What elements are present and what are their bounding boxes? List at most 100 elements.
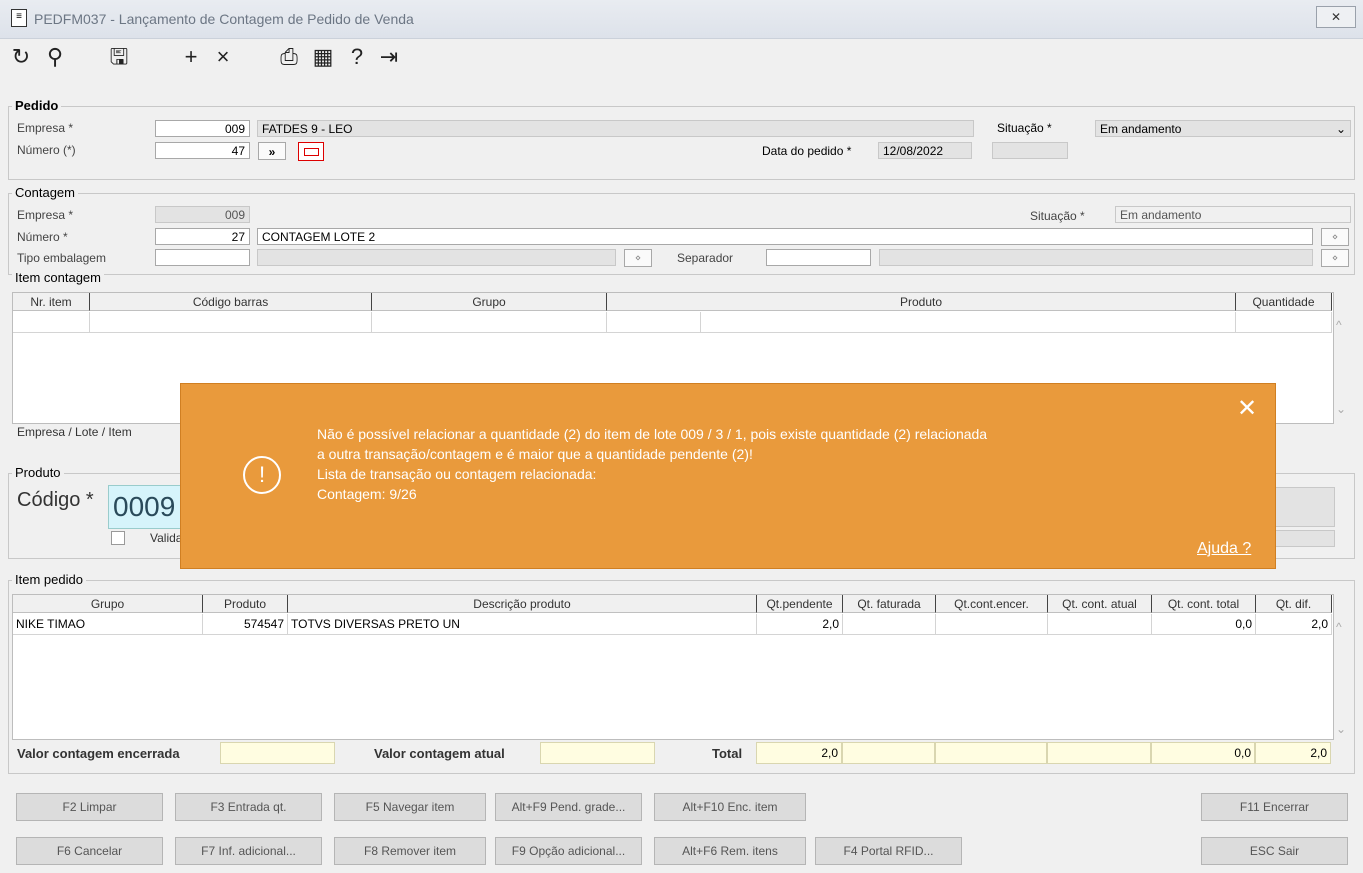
col-qt-cont-atual[interactable]: Qt. cont. atual <box>1048 595 1152 613</box>
pedido-situacao-label: Situação * <box>997 121 1052 135</box>
pedido-situacao-select[interactable]: Em andamento ⌄ <box>1095 120 1351 137</box>
table-cell-produto[interactable]: 574547 <box>203 614 288 635</box>
scroll-up-icon[interactable]: ^ <box>1336 318 1342 332</box>
pedido-numero-label: Número (*) <box>17 143 76 157</box>
total-label: Total <box>712 746 743 761</box>
toast-line: Lista de transação ou contagem relaciona… <box>317 466 597 482</box>
contagem-empresa-field: 009 <box>155 206 250 223</box>
calendar-picker-icon[interactable] <box>298 142 324 161</box>
col-descricao[interactable]: Descrição produto <box>288 595 757 613</box>
item-pedido-grid[interactable]: Grupo Produto Descrição produto Qt.pende… <box>12 594 1334 740</box>
chevron-down-icon: ⌄ <box>1335 122 1346 136</box>
total-qt-cont-atual <box>1047 742 1151 764</box>
produto-codigo-field[interactable]: 0009 <box>108 485 188 529</box>
f4-portal-rfid-button[interactable]: F4 Portal RFID... <box>815 837 962 865</box>
delete-icon[interactable]: × <box>210 44 236 70</box>
altf9-pend-grade-button[interactable]: Alt+F9 Pend. grade... <box>495 793 642 821</box>
table-cell-qt-dif[interactable]: 2,0 <box>1256 614 1332 635</box>
contagem-legend: Contagem <box>12 185 78 200</box>
error-toast: ! ✕ Não é possível relacionar a quantida… <box>180 383 1276 569</box>
grid-cell[interactable] <box>372 312 607 333</box>
window-icon: ≡ <box>11 9 27 27</box>
table-cell-qt-pendente[interactable]: 2,0 <box>757 614 843 635</box>
pedido-empresa-desc: FATDES 9 - LEO <box>257 120 974 137</box>
total-qt-cont-encer <box>935 742 1047 764</box>
f3-entrada-button[interactable]: F3 Entrada qt. <box>175 793 322 821</box>
contagem-situacao-field: Em andamento <box>1115 206 1351 223</box>
scroll-up-icon[interactable]: ^ <box>1336 620 1342 634</box>
col-qt-dif[interactable]: Qt. dif. <box>1256 595 1332 613</box>
col-qt-cont-total[interactable]: Qt. cont. total <box>1152 595 1256 613</box>
altf10-enc-item-button[interactable]: Alt+F10 Enc. item <box>654 793 806 821</box>
save-icon[interactable]: 🖫 <box>106 44 132 70</box>
calendar-icon[interactable]: ▦ <box>310 44 336 70</box>
table-cell-qt-faturada[interactable] <box>843 614 936 635</box>
contagem-numero-field[interactable]: 27 <box>155 228 250 245</box>
altf6-rem-itens-button[interactable]: Alt+F6 Rem. itens <box>654 837 806 865</box>
pedido-numero-field[interactable]: 47 <box>155 142 250 159</box>
pedido-data-label: Data do pedido * <box>762 144 852 158</box>
add-icon[interactable]: + <box>178 44 204 70</box>
contagem-lookup-button[interactable]: ⋄ <box>1321 228 1349 246</box>
grid-cell[interactable] <box>701 312 1236 333</box>
contagem-numero-desc: CONTAGEM LOTE 2 <box>257 228 1313 245</box>
col-nr-item[interactable]: Nr. item <box>13 293 90 311</box>
table-cell-grupo[interactable]: NIKE TIMAO <box>13 614 203 635</box>
f8-remover-button[interactable]: F8 Remover item <box>334 837 486 865</box>
col-produto[interactable]: Produto <box>607 293 1236 311</box>
col-qt-cont-encer[interactable]: Qt.cont.encer. <box>936 595 1048 613</box>
pedido-data-field: 12/08/2022 <box>878 142 972 159</box>
col-codigo-barras[interactable]: Código barras <box>90 293 372 311</box>
grid-cell[interactable] <box>13 312 90 333</box>
col-qt-pendente[interactable]: Qt.pendente <box>757 595 843 613</box>
total-qt-pendente: 2,0 <box>756 742 842 764</box>
toast-line: a outra transação/contagem e é maior que… <box>317 446 753 462</box>
grid-cell[interactable] <box>607 312 701 333</box>
valida-checkbox[interactable] <box>111 531 125 545</box>
help-link[interactable]: Ajuda ? <box>1197 540 1251 558</box>
col-quantidade[interactable]: Quantidade <box>1236 293 1332 311</box>
table-cell-descricao[interactable]: TOTVS DIVERSAS PRETO UN <box>288 614 757 635</box>
table-cell-qt-cont-total[interactable]: 0,0 <box>1152 614 1256 635</box>
f5-navegar-button[interactable]: F5 Navegar item <box>334 793 486 821</box>
pedido-empresa-field[interactable]: 009 <box>155 120 250 137</box>
col-grupo[interactable]: Grupo <box>372 293 607 311</box>
table-cell-qt-cont-encer[interactable] <box>936 614 1048 635</box>
exit-icon[interactable]: ⇥ <box>376 44 402 70</box>
produto-codigo-label: Código * <box>17 489 94 511</box>
separador-field[interactable] <box>766 249 871 266</box>
close-icon: ✕ <box>1330 10 1342 24</box>
close-icon[interactable]: ✕ <box>1237 394 1257 423</box>
f6-cancelar-button[interactable]: F6 Cancelar <box>16 837 163 865</box>
scroll-down-icon[interactable]: ⌄ <box>1336 722 1346 736</box>
separador-lookup[interactable]: ⋄ <box>1321 249 1349 267</box>
pedido-situacao-value: Em andamento <box>1100 122 1182 136</box>
contagem-empresa-label: Empresa * <box>17 208 74 222</box>
f2-limpar-button[interactable]: F2 Limpar <box>16 793 163 821</box>
tipo-embalagem-field[interactable] <box>155 249 250 266</box>
help-icon[interactable]: ? <box>344 44 370 70</box>
col-produto[interactable]: Produto <box>203 595 288 613</box>
f11-encerrar-button[interactable]: F11 Encerrar <box>1201 793 1348 821</box>
scroll-down-icon[interactable]: ⌄ <box>1336 402 1346 416</box>
grid-cell[interactable] <box>90 312 372 333</box>
toast-line: Não é possível relacionar a quantidade (… <box>317 426 988 442</box>
produto-side-box <box>1275 487 1335 527</box>
valida-label: Valida <box>150 531 183 545</box>
f7-inf-adicional-button[interactable]: F7 Inf. adicional... <box>175 837 322 865</box>
search-icon[interactable]: ⚲ <box>42 44 68 70</box>
contagem-situacao-label: Situação * <box>1030 209 1085 223</box>
refresh-icon[interactable]: ↻ <box>8 44 34 70</box>
col-qt-faturada[interactable]: Qt. faturada <box>843 595 936 613</box>
pedido-legend: Pedido <box>12 98 62 113</box>
next-button[interactable]: » <box>258 142 286 160</box>
f9-opcao-adicional-button[interactable]: F9 Opção adicional... <box>495 837 642 865</box>
tipo-embalagem-lookup[interactable]: ⋄ <box>624 249 652 267</box>
total-qt-cont-total: 0,0 <box>1151 742 1255 764</box>
esc-sair-button[interactable]: ESC Sair <box>1201 837 1348 865</box>
table-cell-qt-cont-atual[interactable] <box>1048 614 1152 635</box>
grid-cell[interactable] <box>1236 312 1332 333</box>
col-grupo[interactable]: Grupo <box>13 595 203 613</box>
close-button[interactable]: ✕ <box>1316 6 1356 28</box>
print-icon[interactable]: ⎙ <box>276 44 302 70</box>
